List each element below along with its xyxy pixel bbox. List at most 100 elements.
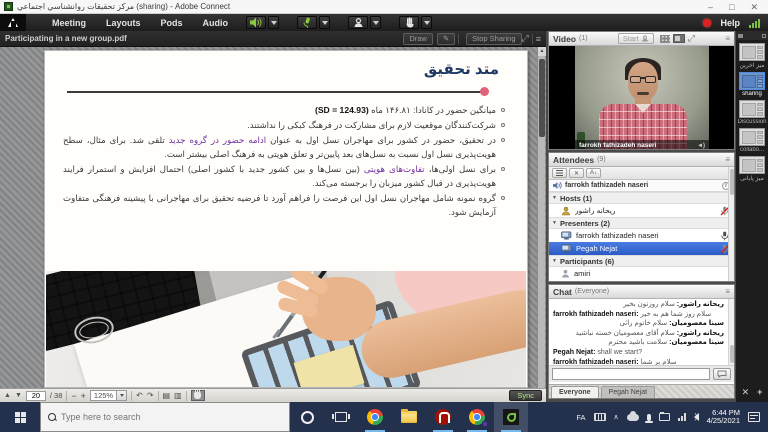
search-icon — [48, 413, 56, 421]
touch-keyboard-icon[interactable] — [594, 413, 606, 421]
layout-item[interactable]: Discussion — [736, 100, 768, 125]
menu-item-layouts[interactable]: Layouts — [106, 18, 141, 28]
layout-item[interactable]: sharing — [736, 72, 768, 97]
attendee-list-view-button[interactable] — [552, 168, 567, 178]
layout-item[interactable]: میز آخرین — [736, 43, 768, 69]
breakout-view-button[interactable]: ✕ — [569, 168, 584, 178]
stop-sharing-button[interactable]: Stop Sharing — [466, 33, 521, 45]
chrome-profile-button[interactable] — [460, 402, 494, 432]
minimize-button[interactable]: – — [708, 0, 713, 14]
menu-item-pods[interactable]: Pods — [161, 18, 183, 28]
start-webcam-button[interactable]: Start — [618, 33, 654, 44]
raise-hand-dropdown[interactable] — [421, 16, 432, 29]
chat-pod-menu-icon[interactable]: ≡ — [725, 287, 730, 296]
share-pod-menu-icon[interactable]: ≡ — [536, 34, 541, 44]
sync-button[interactable]: Sync — [509, 390, 542, 401]
pan-tool-button[interactable] — [191, 390, 205, 401]
bullet-text: در تحقیق، حضور در کشور برای مهاجران نسل … — [63, 133, 496, 161]
hidden-icons-chevron[interactable]: ∧ — [614, 413, 619, 421]
page-down-button[interactable]: ▼ — [15, 391, 22, 401]
task-view-button[interactable] — [324, 402, 358, 432]
zoom-in-button[interactable]: + — [81, 391, 86, 401]
attendees-scrollbar[interactable] — [728, 167, 734, 281]
taskbar: FA ∧ 6:44 PM 4/25/2021 — [0, 402, 768, 432]
network-icon[interactable] — [678, 413, 686, 421]
microphone-button[interactable] — [297, 16, 317, 29]
filmstrip-view-icon[interactable] — [673, 34, 685, 43]
rotate-right-button[interactable]: ↷ — [147, 391, 154, 400]
chat-pod-header: Chat (Everyone) ≡ — [549, 285, 734, 299]
host-icon — [561, 206, 571, 216]
layouts-sidebar: میز آخرین sharing Discussion collabo... میز … — [736, 31, 768, 402]
video-pod-menu-icon[interactable]: ≡ — [725, 34, 730, 43]
page-up-button[interactable]: ▲ — [4, 391, 11, 401]
layouts-menu-icon[interactable] — [738, 34, 743, 38]
menu-item-audio[interactable]: Audio — [203, 18, 229, 28]
send-message-button[interactable] — [713, 368, 731, 380]
speaker-button[interactable] — [246, 16, 266, 29]
microphone-dropdown[interactable] — [319, 16, 330, 29]
tray-folder-icon[interactable] — [659, 413, 670, 421]
layouts-pin-icon[interactable] — [762, 34, 766, 38]
layout-item[interactable]: collabo... — [736, 128, 768, 153]
taskbar-search[interactable] — [40, 402, 290, 432]
speaker-dropdown[interactable] — [268, 16, 279, 29]
adobe-connect-taskbar-button[interactable] — [494, 402, 528, 432]
zoom-dropdown-icon[interactable] — [116, 391, 126, 400]
volume-icon[interactable] — [694, 413, 699, 421]
pointer-tool-button[interactable]: ✎ — [437, 33, 455, 45]
language-indicator[interactable]: FA — [576, 413, 585, 422]
slide-scrollbar[interactable]: ▲ — [537, 47, 545, 388]
attendee-group-header[interactable]: ▼Presenters (2) — [549, 217, 734, 229]
draw-button[interactable]: Draw — [403, 33, 433, 45]
signal-bars-icon[interactable] — [749, 18, 760, 28]
layout-thumbnail — [739, 100, 765, 118]
chat-tab[interactable]: Everyone — [551, 386, 599, 398]
clock[interactable]: 6:44 PM 4/25/2021 — [707, 409, 740, 426]
attendee-row[interactable]: ریحانه راشور — [549, 204, 734, 217]
delete-layout-button[interactable]: ✕ — [742, 387, 750, 398]
help-menu[interactable]: Help — [720, 18, 740, 28]
chat-input[interactable] — [552, 368, 710, 380]
webcam-dropdown[interactable] — [370, 16, 381, 29]
rotate-left-button[interactable]: ↶ — [136, 391, 143, 400]
page-number-input[interactable] — [26, 391, 46, 401]
chat-tab[interactable]: Pegah Nejat — [601, 386, 656, 398]
zoom-out-button[interactable]: − — [71, 391, 76, 401]
start-button[interactable] — [0, 402, 40, 432]
webcam-button[interactable] — [348, 16, 368, 29]
fit-width-button[interactable]: ▤ — [163, 391, 171, 400]
maximize-button[interactable]: □ — [729, 0, 734, 14]
fit-page-button[interactable]: ▥ — [174, 391, 182, 400]
red-app-button[interactable] — [426, 402, 460, 432]
attendees-pod: Attendees (9) ≡ ✕ A↓ farrokh fathizadeh … — [548, 152, 735, 282]
action-center-icon[interactable] — [748, 412, 760, 422]
chat-sender-name: ریحانه راشور: — [677, 330, 724, 337]
attendees-pod-menu-icon[interactable]: ≡ — [725, 155, 730, 164]
share-fullscreen-icon[interactable]: ⤢ — [522, 33, 529, 44]
layout-item[interactable]: میز پایانی — [736, 156, 768, 182]
menu-item-meeting[interactable]: Meeting — [52, 18, 86, 28]
grid-view-icon[interactable] — [660, 35, 670, 43]
attendee-row[interactable]: amiri — [549, 267, 734, 280]
attendee-row[interactable]: Pegah Nejat — [549, 242, 734, 255]
add-layout-button[interactable]: + — [757, 387, 762, 398]
attendee-row[interactable]: farrokh fathizadeh naseri — [549, 229, 734, 242]
attendee-status-view-button[interactable]: A↓ — [586, 168, 601, 178]
search-input[interactable] — [61, 412, 282, 422]
file-explorer-button[interactable] — [392, 402, 426, 432]
close-button[interactable]: ✕ — [750, 0, 758, 14]
video-fullscreen-icon[interactable]: ⤢ — [688, 33, 695, 44]
video-pod-header: Video (1) Start ⤢ ≡ — [549, 32, 734, 46]
chat-scrollbar[interactable] — [728, 299, 734, 365]
scrollbar-thumb[interactable] — [539, 59, 545, 137]
chrome-taskbar-button[interactable] — [358, 402, 392, 432]
onedrive-icon[interactable] — [627, 414, 639, 421]
cortana-button[interactable] — [290, 402, 324, 432]
zoom-level-select[interactable]: 125% — [90, 390, 127, 401]
attendee-group-header[interactable]: ▼Participants (6) — [549, 255, 734, 267]
tray-microphone-icon[interactable] — [647, 414, 651, 421]
raise-hand-button[interactable] — [399, 16, 419, 29]
bullet-text: شرکت‌کنندگان موقعیت لازم برای مشارکت در … — [63, 118, 496, 132]
attendee-group-header[interactable]: ▼Hosts (1) — [549, 192, 734, 204]
